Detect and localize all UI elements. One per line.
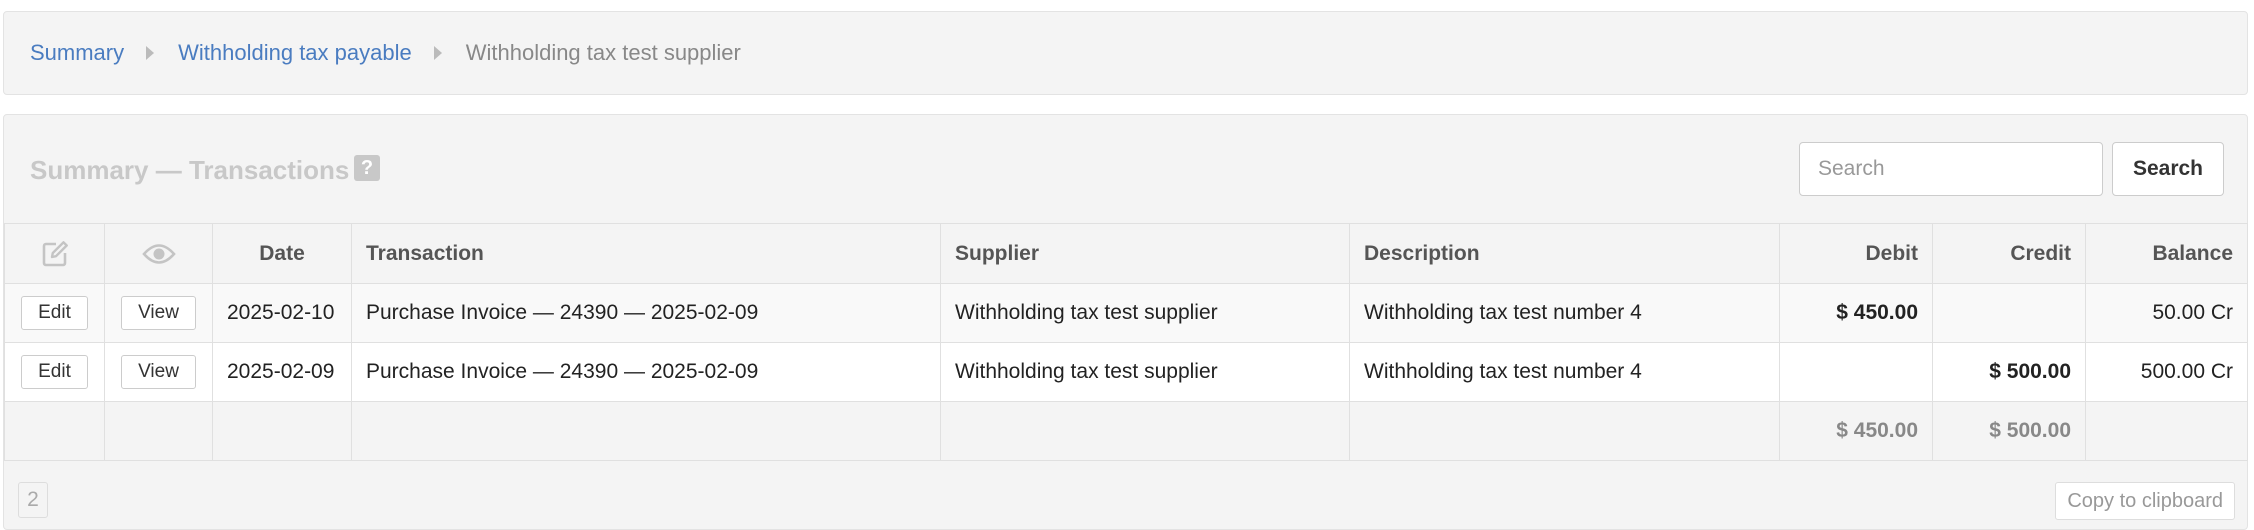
edit-cell: Edit (4, 342, 105, 402)
column-header-credit[interactable]: Credit (1932, 223, 2086, 284)
copy-to-clipboard-button[interactable]: Copy to clipboard (2055, 482, 2235, 520)
total-debit: $ 450.00 (1779, 401, 1933, 461)
cell-credit (1932, 283, 2086, 343)
column-header-edit (4, 223, 105, 284)
search-input[interactable] (1799, 142, 2103, 196)
table-footer: 2 Copy to clipboard (4, 470, 2247, 530)
table-header-row: Date Transaction Supplier Description De… (4, 223, 2248, 284)
cell-supplier: Withholding tax test supplier (940, 342, 1350, 402)
cell-date: 2025-02-10 (212, 283, 352, 343)
totals-empty-cell (104, 401, 213, 461)
eye-icon (141, 243, 176, 264)
view-cell: View (104, 283, 213, 343)
column-header-supplier[interactable]: Supplier (940, 223, 1350, 284)
page-title: Summary — Transactions (30, 155, 350, 185)
cell-description: Withholding tax test number 4 (1349, 283, 1780, 343)
view-button[interactable]: View (121, 355, 196, 389)
cell-credit: $ 500.00 (1932, 342, 2086, 402)
cell-debit: $ 450.00 (1779, 283, 1933, 343)
column-header-view (104, 223, 213, 284)
cell-debit (1779, 342, 1933, 402)
edit-button[interactable]: Edit (21, 355, 88, 389)
chevron-right-icon (146, 46, 155, 60)
search-button[interactable]: Search (2112, 142, 2224, 196)
view-cell: View (104, 342, 213, 402)
cell-transaction: Purchase Invoice — 24390 — 2025-02-09 (351, 342, 941, 402)
breadcrumb-item-summary[interactable]: Summary (30, 40, 124, 66)
cell-description: Withholding tax test number 4 (1349, 342, 1780, 402)
column-header-transaction[interactable]: Transaction (351, 223, 941, 284)
totals-empty-cell (2085, 401, 2248, 461)
help-icon[interactable]: ? (354, 155, 380, 181)
edit-icon (42, 240, 68, 266)
cell-transaction: Purchase Invoice — 24390 — 2025-02-09 (351, 283, 941, 343)
edit-cell: Edit (4, 283, 105, 343)
totals-empty-cell (940, 401, 1350, 461)
totals-empty-cell (351, 401, 941, 461)
edit-button[interactable]: Edit (21, 296, 88, 330)
totals-empty-cell (212, 401, 352, 461)
breadcrumb-item-withholding-tax-payable[interactable]: Withholding tax payable (178, 40, 412, 66)
totals-empty-cell (4, 401, 105, 461)
totals-empty-cell (1349, 401, 1780, 461)
table-row: Edit View 2025-02-09 Purchase Invoice — … (4, 342, 2248, 402)
panel-header: Summary — Transactions ? Search (4, 115, 2247, 223)
transactions-table: Date Transaction Supplier Description De… (4, 223, 2248, 461)
column-header-balance[interactable]: Balance (2085, 223, 2248, 284)
column-header-debit[interactable]: Debit (1779, 223, 1933, 284)
cell-balance: 500.00 Cr (2085, 342, 2248, 402)
total-credit: $ 500.00 (1932, 401, 2086, 461)
column-header-description[interactable]: Description (1349, 223, 1780, 284)
cell-date: 2025-02-09 (212, 342, 352, 402)
table-row: Edit View 2025-02-10 Purchase Invoice — … (4, 283, 2248, 343)
chevron-right-icon (433, 46, 442, 60)
transactions-panel: Summary — Transactions ? Search Search D… (3, 114, 2248, 530)
column-header-date[interactable]: Date (212, 223, 352, 284)
cell-balance: 50.00 Cr (2085, 283, 2248, 343)
breadcrumb-item-current: Withholding tax test supplier (465, 40, 741, 65)
breadcrumb: Summary Withholding tax payable Withhold… (3, 11, 2248, 95)
cell-supplier: Withholding tax test supplier (940, 283, 1350, 343)
view-button[interactable]: View (121, 296, 196, 330)
totals-row: $ 450.00 $ 500.00 (4, 401, 2248, 461)
pagination-page-count[interactable]: 2 (18, 482, 48, 518)
